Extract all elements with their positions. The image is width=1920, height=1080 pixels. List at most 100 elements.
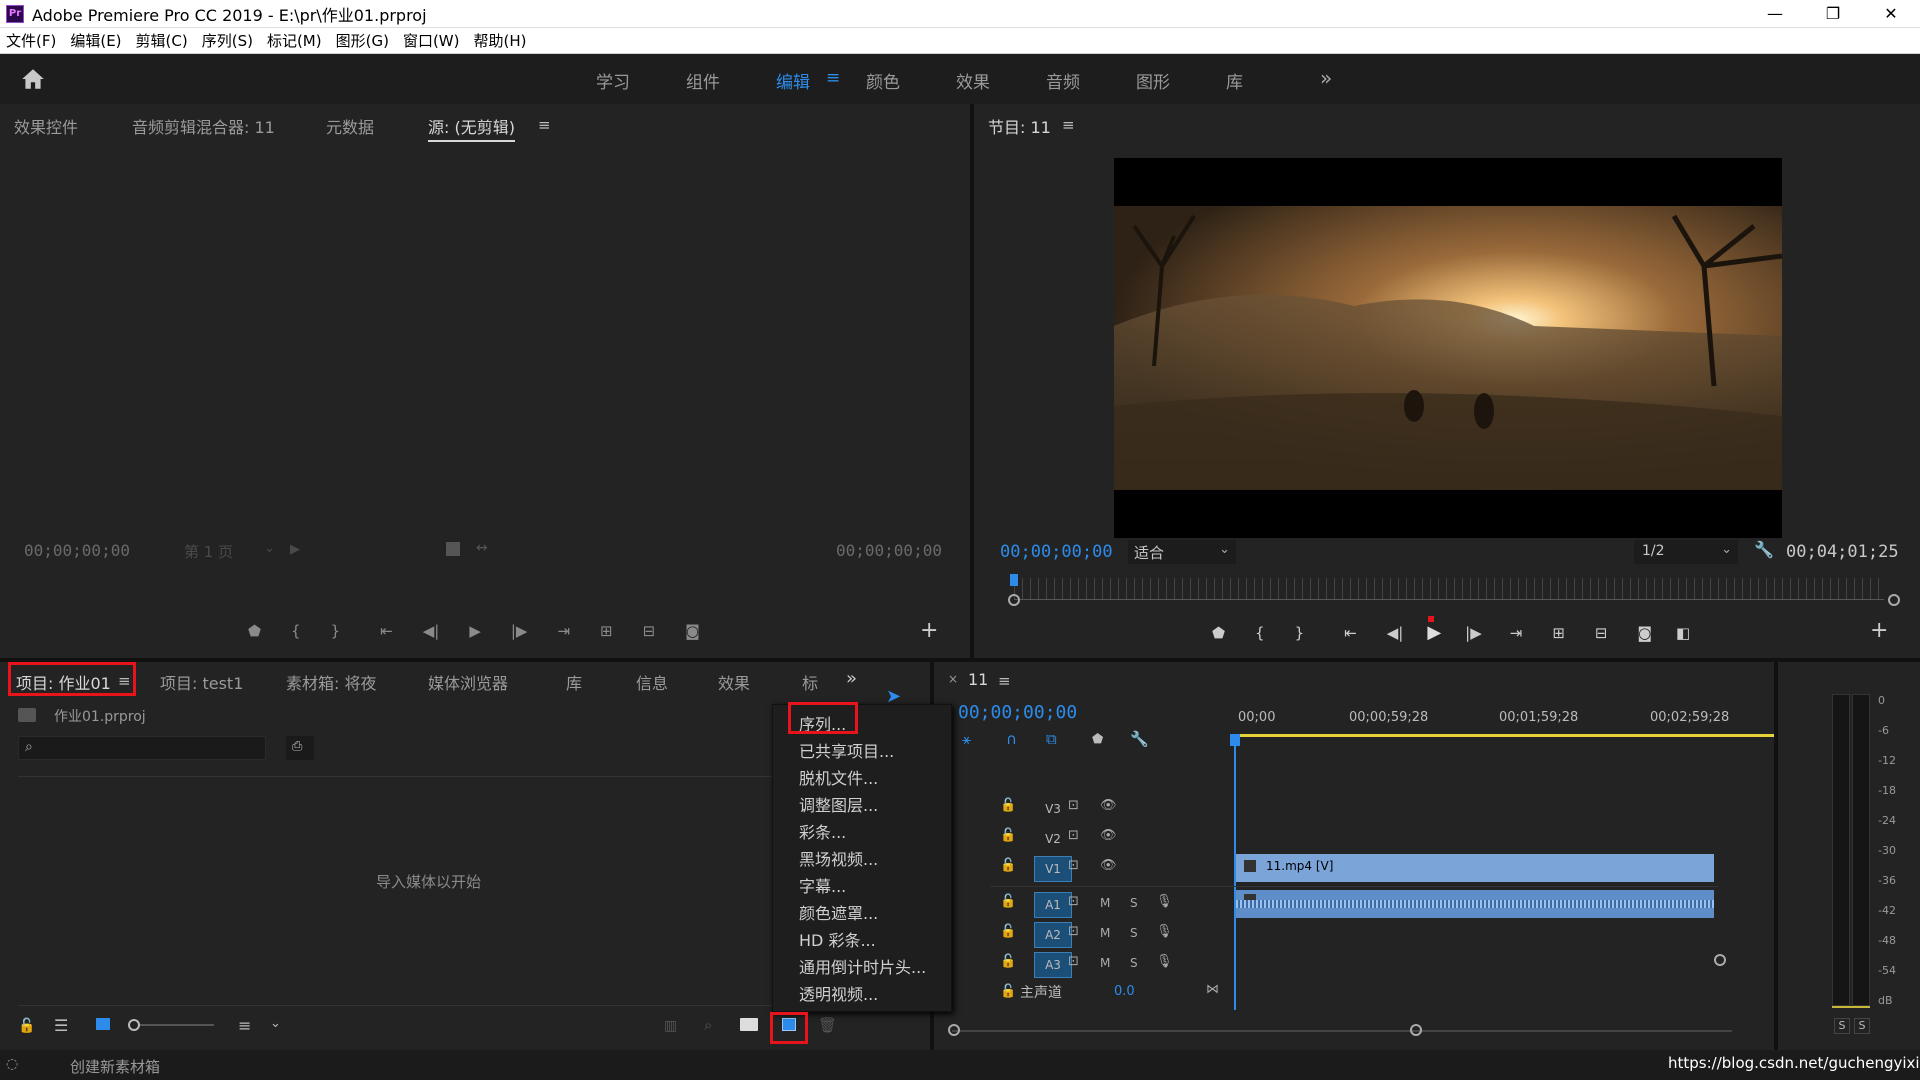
sequence-name[interactable]: 11 (968, 670, 988, 689)
step-forward-icon[interactable]: |▶ (1465, 624, 1482, 642)
camera-icon[interactable]: ◙ (1637, 624, 1652, 642)
go-to-out-icon[interactable]: ⇥ (557, 622, 570, 640)
extract-icon[interactable]: ⊟ (1595, 624, 1608, 642)
close-button[interactable]: ✕ (1862, 0, 1920, 28)
track-label-a1[interactable]: A1 (1034, 892, 1072, 918)
comparison-view-icon[interactable]: ◧ (1676, 624, 1690, 642)
solo-right-button[interactable]: S (1854, 1018, 1870, 1034)
timeline-timecode[interactable]: 00;00;00;00 (958, 702, 1077, 723)
timeline-scroll-handle[interactable] (1714, 954, 1726, 966)
go-to-in-icon[interactable]: ⇤ (380, 622, 393, 640)
menu-item-bars-and-tone[interactable]: 彩条... (799, 819, 846, 843)
track-lock-icon[interactable]: 🔓 (1000, 984, 1016, 999)
workspace-tab-editing[interactable]: 编辑 (776, 68, 810, 93)
track-output-icon[interactable]: ⊡ (1068, 954, 1079, 969)
menu-window[interactable]: 窗口(W) (403, 30, 460, 51)
timeline-zoom-bar[interactable] (952, 1030, 1732, 1032)
microphone-icon[interactable]: 🎙 (1156, 954, 1173, 969)
step-forward-icon[interactable]: |▶ (511, 622, 528, 640)
menu-item-hd-bars[interactable]: HD 彩条... (799, 927, 876, 951)
timeline-settings-icon[interactable]: 🔧 (1130, 730, 1149, 748)
tab-bin[interactable]: 素材箱: 将夜 (286, 670, 376, 694)
source-panel-menu-icon[interactable]: ≡ (538, 116, 551, 134)
tab-libraries[interactable]: 库 (566, 670, 582, 694)
step-back-icon[interactable]: ◀| (423, 622, 440, 640)
menu-item-countdown-leader[interactable]: 通用倒计时片头... (799, 954, 926, 978)
play-icon[interactable]: ▶ (1427, 622, 1441, 643)
play-icon[interactable]: ▶ (469, 622, 481, 640)
tab-metadata[interactable]: 元数据 (326, 114, 374, 138)
solo-button[interactable]: S (1130, 896, 1138, 910)
workspace-tab-learn[interactable]: 学习 (596, 68, 630, 93)
workspace-more-button[interactable]: » (1320, 66, 1332, 90)
find-icon[interactable]: ⌕ (704, 1016, 712, 1034)
zoom-handle-left[interactable] (948, 1024, 960, 1036)
track-label-a2[interactable]: A2 (1034, 922, 1072, 948)
workspace-tab-libraries[interactable]: 库 (1226, 68, 1243, 93)
track-label-v3[interactable]: V3 (1034, 796, 1072, 822)
overwrite-icon[interactable]: ⊟ (643, 622, 656, 640)
tab-source[interactable]: 源: (无剪辑) (428, 114, 515, 142)
menu-help[interactable]: 帮助(H) (473, 30, 526, 51)
microphone-icon[interactable]: 🎙 (1156, 924, 1173, 939)
tab-markers[interactable]: 标 (802, 670, 818, 694)
insert-icon[interactable]: ⊞ (600, 622, 613, 640)
trash-icon[interactable]: 🗑 (818, 1016, 837, 1034)
playhead-handle[interactable] (1230, 734, 1240, 746)
audio-clip[interactable] (1236, 890, 1714, 918)
go-to-end-icon[interactable]: ⋈ (1206, 982, 1219, 997)
microphone-icon[interactable]: 🎙 (1156, 894, 1173, 909)
add-marker-icon[interactable]: ⬟ (1092, 732, 1103, 747)
program-menu-icon[interactable]: ≡ (1062, 116, 1075, 134)
go-to-out-icon[interactable]: ⇥ (1510, 624, 1523, 642)
track-output-icon[interactable]: ⊡ (1068, 924, 1079, 939)
list-view-icon[interactable]: ☰ (54, 1016, 68, 1035)
chevron-down-icon[interactable]: ⌄ (270, 1016, 281, 1031)
wrench-icon[interactable]: 🔧 (1754, 540, 1774, 559)
source-page-select[interactable]: 第 1 页 (184, 541, 233, 562)
menu-graphics[interactable]: 图形(G) (336, 30, 389, 51)
track-output-icon[interactable]: ⊡ (1068, 798, 1079, 813)
snap-icon[interactable]: ∩ (1006, 730, 1017, 748)
tab-effects[interactable]: 效果 (718, 670, 750, 694)
search-input[interactable]: ⌕ (18, 736, 266, 760)
menu-item-transparent-video[interactable]: 透明视频... (799, 981, 878, 1005)
menu-item-shared-project[interactable]: 已共享项目... (799, 738, 894, 762)
menu-edit[interactable]: 编辑(E) (70, 30, 121, 51)
workspace-menu-icon[interactable]: ≡ (826, 68, 840, 88)
eye-icon[interactable]: 👁 (1100, 828, 1117, 843)
go-to-in-icon[interactable]: ⇤ (1344, 624, 1357, 642)
zoom-slider-handle[interactable] (128, 1019, 140, 1031)
track-output-icon[interactable]: ⊡ (1068, 828, 1079, 843)
tab-media-browser[interactable]: 媒体浏览器 (428, 670, 508, 694)
icon-view-icon[interactable] (96, 1018, 110, 1030)
new-bin-icon[interactable] (740, 1018, 758, 1031)
menu-sequence[interactable]: 序列(S) (202, 30, 253, 51)
panel-overflow-button[interactable]: » (846, 668, 857, 689)
resolution-select[interactable]: 1/2 ⌄ (1634, 540, 1738, 564)
track-label-v2[interactable]: V2 (1034, 826, 1072, 852)
eye-icon[interactable]: 👁 (1100, 798, 1117, 813)
workspace-tab-effects[interactable]: 效果 (956, 68, 990, 93)
video-clip[interactable]: 11.mp4 [V] (1236, 854, 1714, 882)
workspace-tab-assembly[interactable]: 组件 (686, 68, 720, 93)
mute-button[interactable]: M (1100, 896, 1110, 910)
mute-button[interactable]: M (1100, 956, 1110, 970)
add-button-icon[interactable]: + (1870, 618, 1888, 643)
sort-icon[interactable]: ≡ (238, 1016, 251, 1035)
find-button[interactable]: ⎙ (286, 736, 314, 760)
marker-icon[interactable]: ⬟ (1212, 624, 1225, 642)
menu-item-adjustment-layer[interactable]: 调整图层... (799, 792, 878, 816)
track-lock-icon[interactable]: 🔓 (1000, 924, 1016, 939)
home-icon[interactable] (20, 66, 46, 92)
playhead-marker[interactable] (1010, 574, 1018, 586)
camera-icon[interactable]: ◙ (685, 622, 700, 640)
menu-clip[interactable]: 剪辑(C) (136, 30, 188, 51)
source-timecode-in[interactable]: 00;00;00;00 (24, 541, 130, 560)
zoom-slider[interactable] (128, 1019, 214, 1031)
tab-audio-clip-mixer[interactable]: 音频剪辑混合器: 11 (132, 114, 275, 138)
menu-item-color-matte[interactable]: 颜色遮罩... (799, 900, 878, 924)
zoom-handle-right[interactable] (1410, 1024, 1422, 1036)
minimize-button[interactable]: — (1746, 0, 1804, 28)
lift-icon[interactable]: ⊞ (1552, 624, 1565, 642)
